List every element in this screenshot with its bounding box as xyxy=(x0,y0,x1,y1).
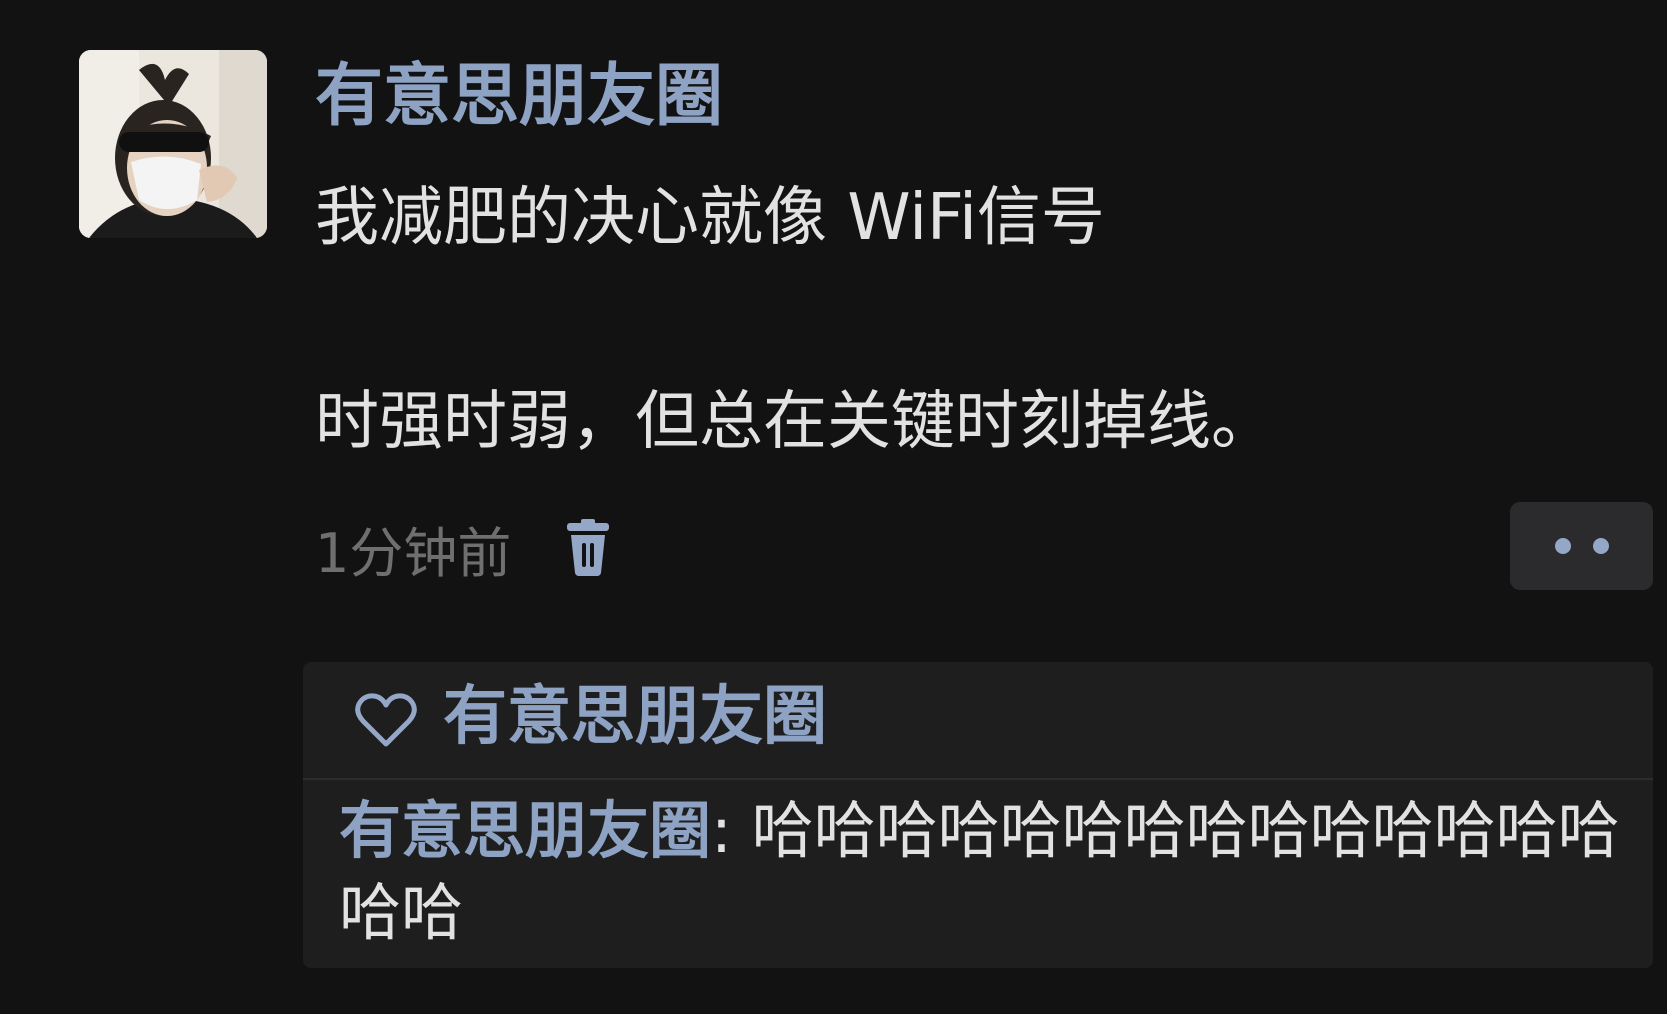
more-dots-icon xyxy=(1592,538,1609,554)
trash-icon[interactable] xyxy=(563,519,613,577)
post-text-line-2: 时强时弱，但总在关键时刻掉线。 xyxy=(315,385,1275,459)
comment-author[interactable]: 有意思朋友圈 xyxy=(339,794,711,867)
interaction-panel: 有意思朋友圈 有意思朋友圈: 哈哈哈哈哈哈哈哈哈哈哈哈哈哈哈哈 xyxy=(303,662,1653,968)
avatar[interactable] xyxy=(79,50,267,238)
avatar-image xyxy=(79,50,267,238)
post-author-name[interactable]: 有意思朋友圈 xyxy=(315,52,723,142)
comment-separator: : xyxy=(711,794,752,867)
more-dots-icon xyxy=(1554,538,1571,554)
heart-outline-icon xyxy=(355,692,417,748)
comment-item[interactable]: 有意思朋友圈: 哈哈哈哈哈哈哈哈哈哈哈哈哈哈哈哈 xyxy=(339,790,1629,954)
post-meta-row: 1分钟前 xyxy=(315,508,613,588)
post-timestamp: 1分钟前 xyxy=(315,521,512,585)
likes-row: 有意思朋友圈 xyxy=(303,662,1653,780)
post-text-line-1: 我减肥的决心就像 WiFi信号 xyxy=(315,181,1105,255)
like-user-name[interactable]: 有意思朋友圈 xyxy=(443,672,827,762)
more-button[interactable] xyxy=(1510,502,1653,590)
